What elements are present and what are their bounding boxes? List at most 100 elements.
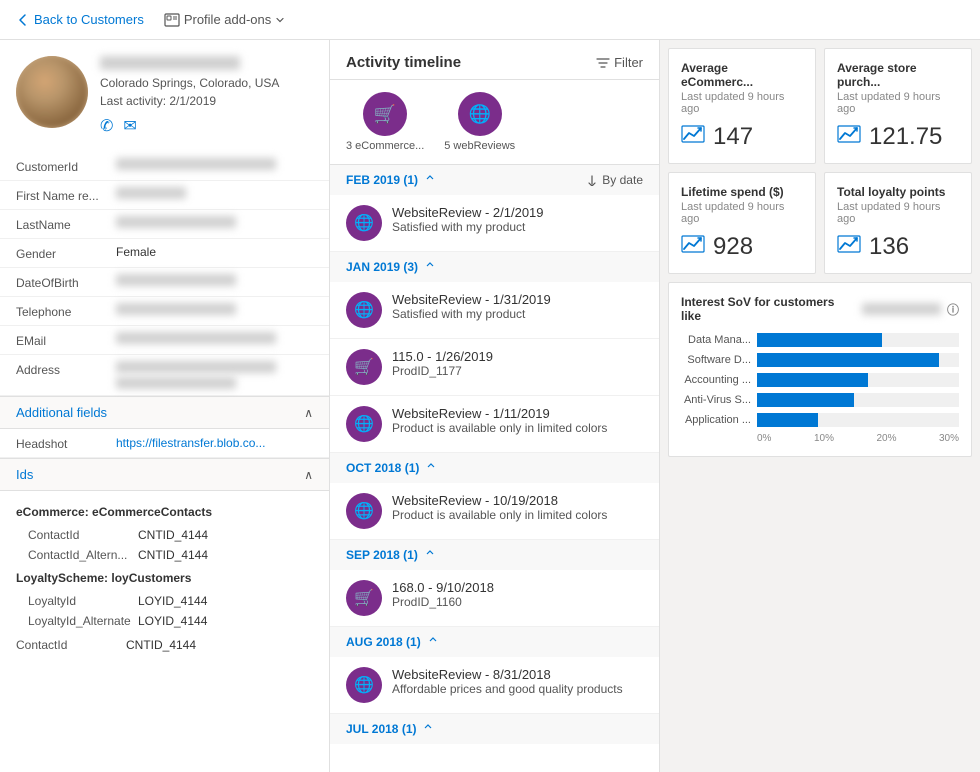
timeline-content-1-1: 115.0 - 1/26/2019 ProdID_1177 <box>392 349 643 378</box>
metric-title-3: Total loyalty points <box>837 185 959 199</box>
middle-panel: Activity timeline Filter 🛒 3 eCommerce..… <box>330 40 660 772</box>
bar-row-4: Application ... <box>681 413 959 427</box>
timeline-subtitle-2-0: Product is available only in limited col… <box>392 508 643 522</box>
field-value-address-1 <box>116 361 276 373</box>
field-label-address: Address <box>16 361 116 377</box>
timeline-title-1-1: 115.0 - 1/26/2019 <box>392 349 643 364</box>
field-row-email: EMail <box>0 326 329 355</box>
axis-label-30: 30% <box>939 433 959 444</box>
timeline-dot-2-0: 🌐 <box>346 493 382 529</box>
field-row-gender: Gender Female <box>0 239 329 268</box>
field-label-telephone: Telephone <box>16 303 116 319</box>
ids-label-loyaltyid-alt: LoyaltyId_Alternate <box>28 614 138 628</box>
ids-label-loyaltyid: LoyaltyId <box>28 594 138 608</box>
timeline-item-3-0: 🛒 168.0 - 9/10/2018 ProdID_1160 <box>330 570 659 627</box>
bar-track-1 <box>757 353 959 367</box>
additional-fields-header[interactable]: Additional fields ∧ <box>0 396 329 429</box>
ids-field-loyaltyid: LoyaltyId LOYID_4144 <box>0 591 329 611</box>
timeline-item-0-0: 🌐 WebsiteReview - 2/1/2019 Satisfied wit… <box>330 195 659 252</box>
timeline-group-text-3: SEP 2018 (1) <box>346 548 418 562</box>
profile-name <box>100 56 240 70</box>
timeline-dot-4-0: 🌐 <box>346 667 382 703</box>
axis-label-20: 20% <box>876 433 896 444</box>
timeline-group-label-5: JUL 2018 (1) <box>346 722 434 736</box>
timeline-item-4-0: 🌐 WebsiteReview - 8/31/2018 Affordable p… <box>330 657 659 714</box>
ids-section-header[interactable]: Ids ∧ <box>0 458 329 491</box>
profile-header: Colorado Springs, Colorado, USA Last act… <box>0 40 329 152</box>
timeline-group-label-1: JAN 2019 (3) <box>346 260 436 274</box>
timeline-item-2-0: 🌐 WebsiteReview - 10/19/2018 Product is … <box>330 483 659 540</box>
bar-track-2 <box>757 373 959 387</box>
field-row-dob: DateOfBirth <box>0 268 329 297</box>
field-value-email <box>116 332 276 344</box>
bar-label-3: Anti-Virus S... <box>681 394 751 406</box>
metric-card-3: Total loyalty points Last updated 9 hour… <box>824 172 972 274</box>
timeline-title-1-2: WebsiteReview - 1/11/2019 <box>392 406 643 421</box>
ids-section-chevron: ∧ <box>304 468 313 482</box>
ids-label-contactid: ContactId <box>28 528 138 542</box>
profile-addons-icon <box>164 13 180 27</box>
timeline-subtitle-3-0: ProdID_1160 <box>392 595 643 609</box>
bar-row-0: Data Mana... <box>681 333 959 347</box>
timeline-dot-3-0: 🛒 <box>346 580 382 616</box>
bar-label-2: Accounting ... <box>681 374 751 386</box>
ids-field-loyaltyid-alt: LoyaltyId_Alternate LOYID_4144 <box>0 611 329 631</box>
timeline-group-header-5[interactable]: JUL 2018 (1) <box>330 714 659 744</box>
main-layout: Colorado Springs, Colorado, USA Last act… <box>0 40 980 772</box>
timeline-dot-1-2: 🌐 <box>346 406 382 442</box>
email-icon[interactable]: ✉ <box>123 116 136 136</box>
timeline-group-header-4[interactable]: AUG 2018 (1) <box>330 627 659 657</box>
ids-field-contactid-alt: ContactId_Altern... CNTID_4144 <box>0 545 329 565</box>
metric-trend-icon-0 <box>681 123 705 151</box>
profile-addons-button[interactable]: Profile add-ons <box>164 12 289 27</box>
timeline-group-text-5: JUL 2018 (1) <box>346 722 416 736</box>
metrics-grid: Average eCommerc... Last updated 9 hours… <box>660 40 980 282</box>
ids-section: eCommerce: eCommerceContacts ContactId C… <box>0 491 329 663</box>
timeline-group-label-0: FEB 2019 (1) <box>346 173 436 187</box>
back-label: Back to Customers <box>34 12 144 27</box>
bar-fill-1 <box>757 353 939 367</box>
profile-info: Colorado Springs, Colorado, USA Last act… <box>100 56 313 136</box>
field-label-customerid: CustomerId <box>16 158 116 174</box>
interest-title-name <box>862 303 941 315</box>
right-panel: Average eCommerc... Last updated 9 hours… <box>660 40 980 772</box>
timeline-group-header-0[interactable]: FEB 2019 (1) By date <box>330 165 659 195</box>
by-date-button[interactable]: By date <box>586 173 643 187</box>
bar-fill-0 <box>757 333 882 347</box>
ids-value-loyaltyid: LOYID_4144 <box>138 594 207 608</box>
top-nav: Back to Customers Profile add-ons <box>0 0 980 40</box>
ids-value-contactid: CNTID_4144 <box>138 528 208 542</box>
field-value-dob <box>116 274 236 286</box>
field-value-address-2 <box>116 377 236 389</box>
webreviews-icon-label: 5 webReviews <box>444 140 515 152</box>
webreviews-icon-circle: 🌐 <box>458 92 502 136</box>
timeline-group-header-1[interactable]: JAN 2019 (3) <box>330 252 659 282</box>
chevron-down-icon <box>275 15 285 25</box>
phone-icon[interactable]: ✆ <box>100 116 113 136</box>
timeline-group-header-3[interactable]: SEP 2018 (1) <box>330 540 659 570</box>
ids-field-contactid-bottom: ContactId CNTID_4144 <box>0 635 329 655</box>
filter-icon <box>596 56 610 70</box>
headshot-url[interactable]: https://filestransfer.blob.co... <box>116 436 265 450</box>
back-button[interactable]: Back to Customers <box>16 12 144 27</box>
metric-title-2: Lifetime spend ($) <box>681 185 803 199</box>
ids-label-contactid-bottom: ContactId <box>16 638 126 652</box>
profile-actions: ✆ ✉ <box>100 116 313 136</box>
field-label-gender: Gender <box>16 245 116 261</box>
timeline-group-label-3: SEP 2018 (1) <box>346 548 436 562</box>
timeline-title-3-0: 168.0 - 9/10/2018 <box>392 580 643 595</box>
axis-label-0: 0% <box>757 433 771 444</box>
timeline-dot-0-0: 🌐 <box>346 205 382 241</box>
timeline-group-header-2[interactable]: OCT 2018 (1) <box>330 453 659 483</box>
filter-button[interactable]: Filter <box>596 55 643 70</box>
bar-track-0 <box>757 333 959 347</box>
activity-icon-ecommerce: 🛒 3 eCommerce... <box>346 92 424 152</box>
bar-row-2: Accounting ... <box>681 373 959 387</box>
timeline-title-1-0: WebsiteReview - 1/31/2019 <box>392 292 643 307</box>
bar-row-1: Software D... <box>681 353 959 367</box>
interest-card: Interest SoV for customers like ⓘ Data M… <box>668 282 972 457</box>
timeline-content-2-0: WebsiteReview - 10/19/2018 Product is av… <box>392 493 643 522</box>
interest-card-title: Interest SoV for customers like ⓘ <box>681 295 959 323</box>
bar-row-3: Anti-Virus S... <box>681 393 959 407</box>
interest-info-icon[interactable]: ⓘ <box>947 301 959 318</box>
